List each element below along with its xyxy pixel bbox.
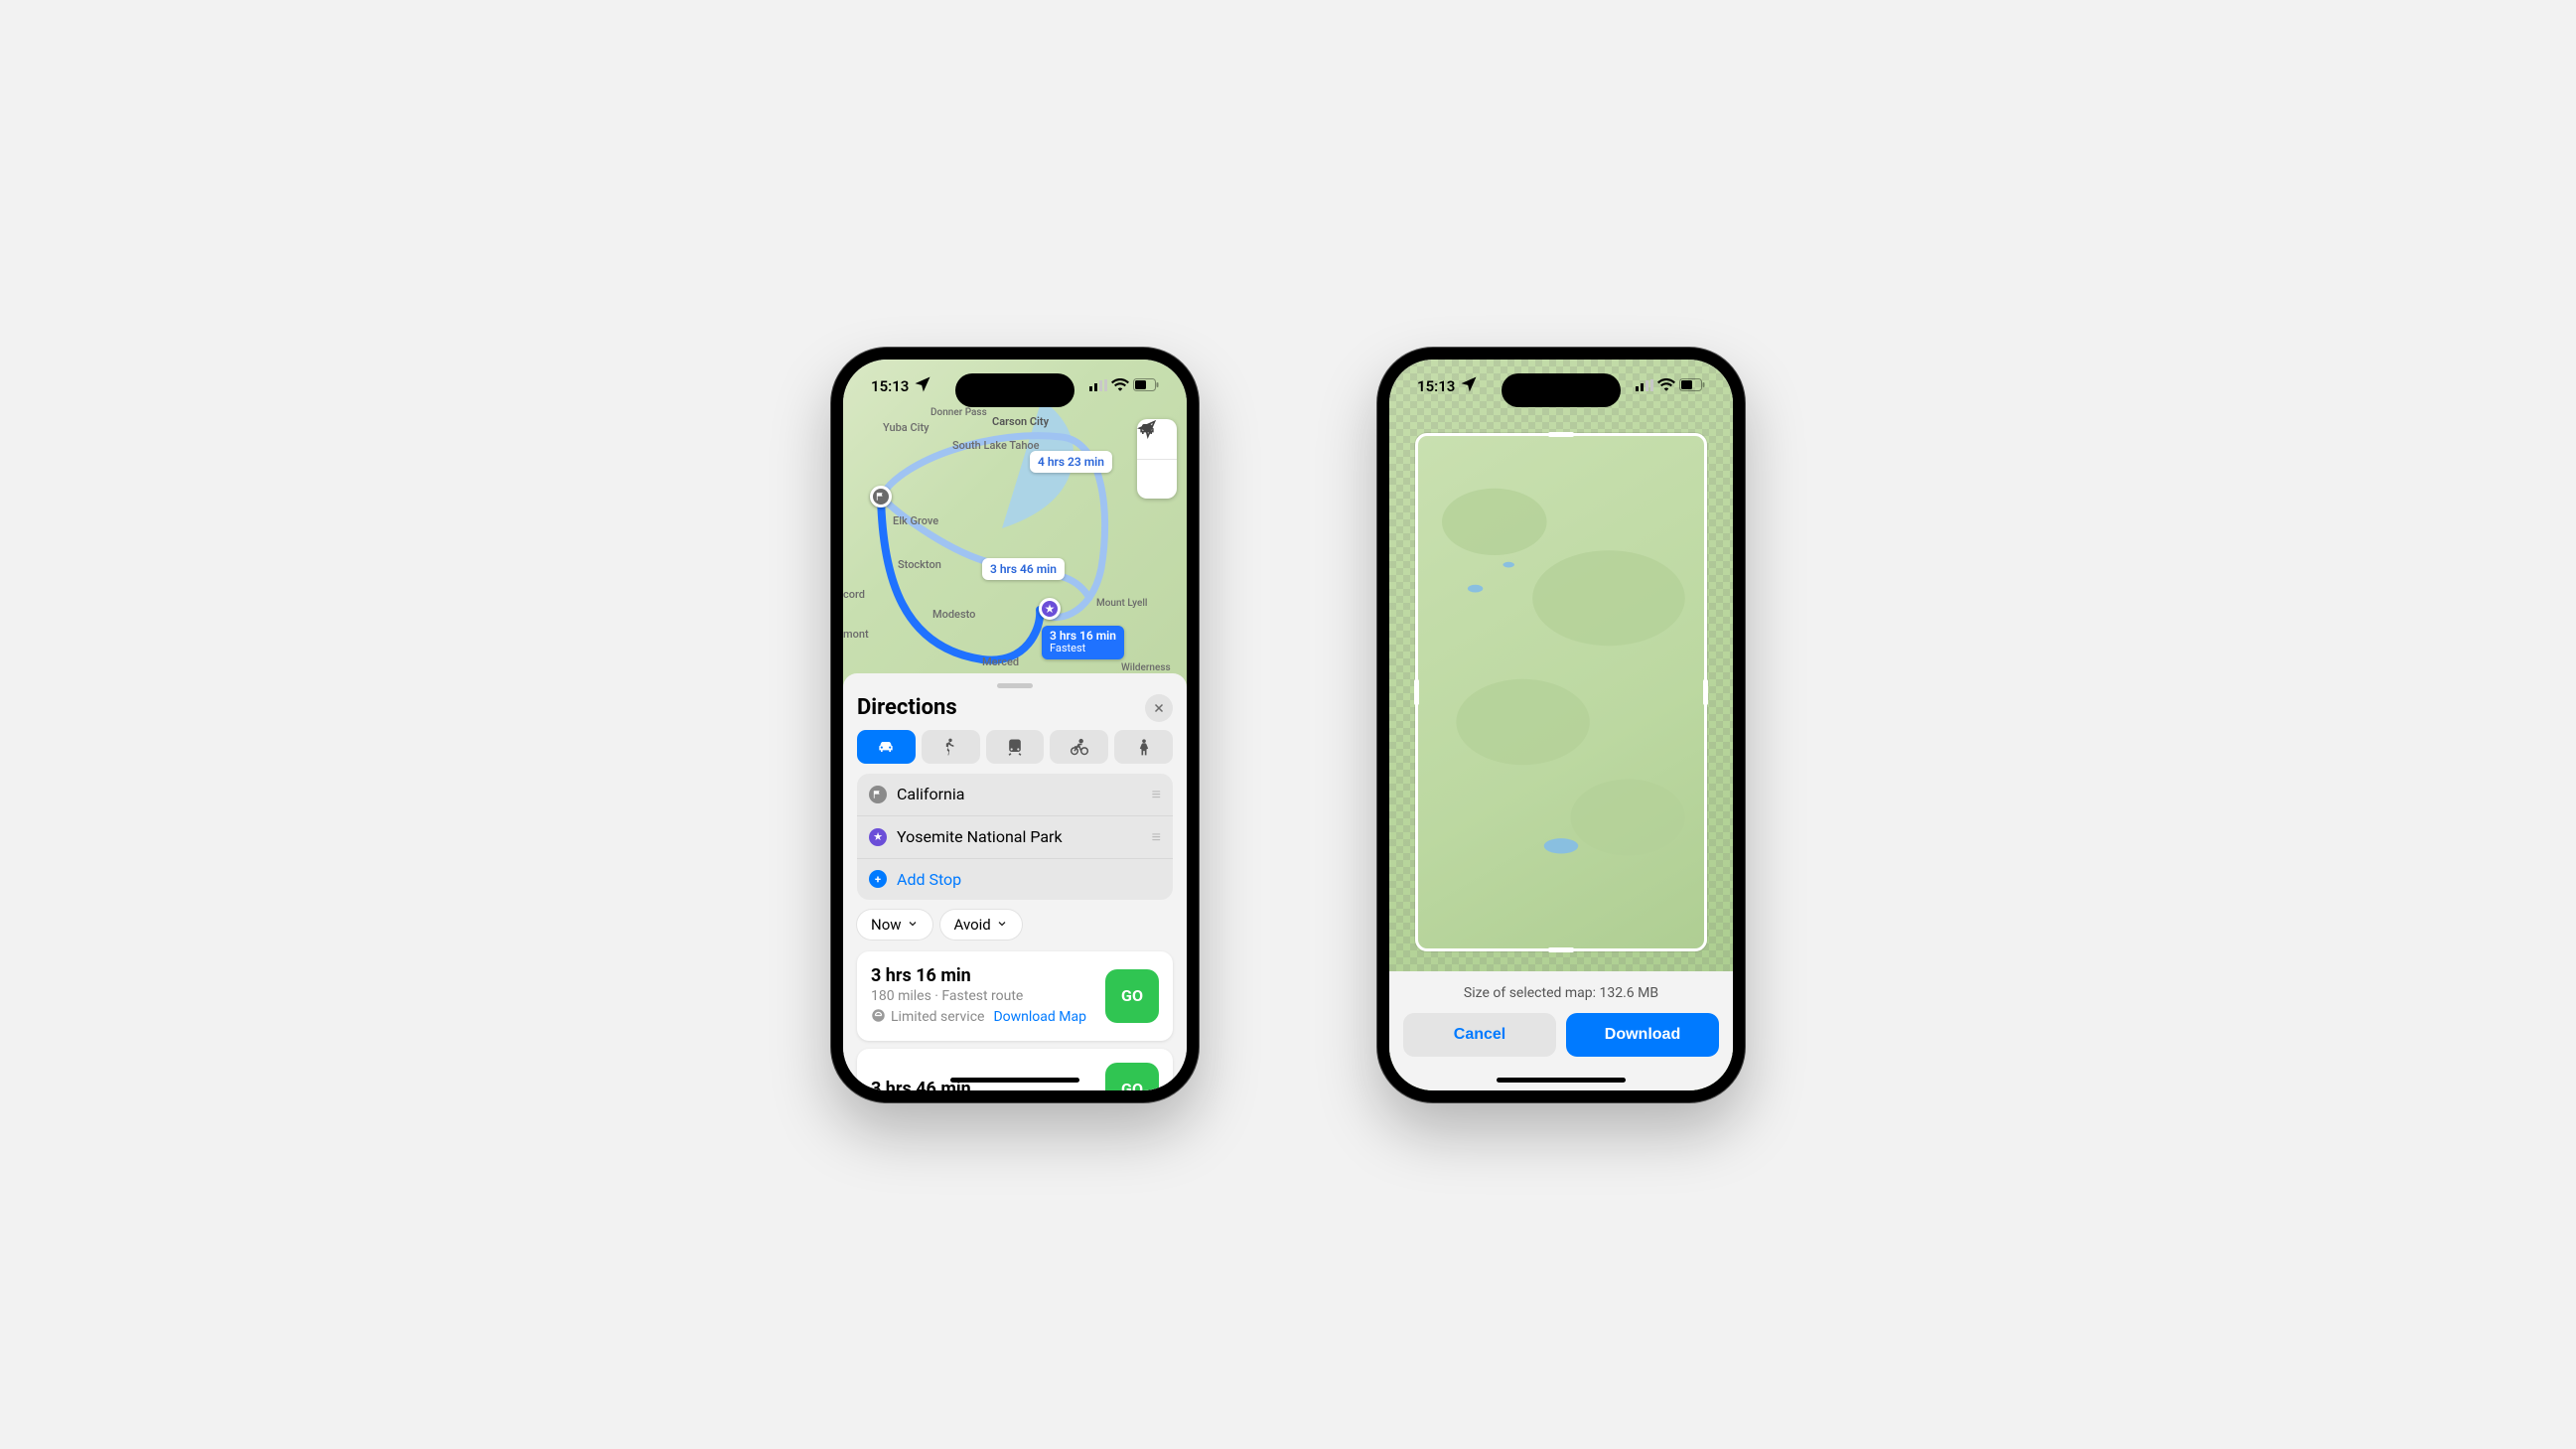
star-icon: ★ [869,828,887,846]
route-callout-primary[interactable]: 3 hrs 16 min Fastest [1042,626,1124,659]
location-arrow-icon [913,374,932,398]
chevron-down-icon [907,916,919,934]
transport-modes [857,730,1173,764]
go-button[interactable]: GO [1105,969,1159,1023]
route-callout-time: 3 hrs 16 min [1050,629,1116,643]
directions-sheet[interactable]: Directions [843,673,1187,1090]
phone-frame-left: 15:13 [831,348,1199,1102]
map-label: Stockton [898,558,941,571]
pill-label: Now [871,916,902,934]
map-label: Yuba City [883,421,930,434]
add-stop-button[interactable]: + Add Stop [857,858,1173,900]
map-label: Mount Lyell [1096,598,1147,609]
stop-label: Yosemite National Park [897,827,1142,846]
map-label: Carson City [992,415,1049,428]
map-controls [1137,419,1177,499]
mode-transit[interactable] [986,730,1045,764]
dynamic-island [955,373,1074,407]
mode-drive[interactable] [857,730,916,764]
go-button[interactable]: GO [1105,1063,1159,1090]
sheet-title: Directions [857,695,957,720]
reorder-handle-icon[interactable]: ≡ [1152,827,1161,847]
add-stop-label: Add Stop [897,870,1161,889]
map-label: South Lake Tahoe [952,439,1040,452]
screen-left: 15:13 [843,360,1187,1090]
depart-time-pill[interactable]: Now [857,910,932,940]
download-size-label: Size of selected map: 132.6 MB [1403,985,1719,1001]
route-callout-sub: Fastest [1050,643,1116,655]
close-button[interactable] [1145,694,1173,722]
screen-right: 15:13 [1389,360,1733,1090]
download-selection-frame[interactable] [1415,433,1707,951]
download-button[interactable]: Download [1566,1013,1719,1057]
map-label: Elk Grove [893,514,938,527]
wifi-icon [1657,377,1675,395]
route-option-2[interactable]: 3 hrs 46 min GO [857,1049,1173,1090]
route-warning: Limited service [891,1009,984,1025]
download-map-link[interactable]: Download Map [993,1009,1086,1025]
dynamic-island [1502,373,1621,407]
terrain-svg [1418,436,1704,932]
location-arrow-icon [1459,374,1479,398]
map-label: mont [843,628,869,641]
cellular-icon [1636,377,1653,395]
status-time: 15:13 [1417,377,1455,395]
cellular-icon [1089,377,1107,395]
route-stops: California ≡ ★ Yosemite National Park ≡ … [857,774,1173,900]
route-callout-alt1[interactable]: 4 hrs 23 min [1030,451,1112,473]
stop-origin[interactable]: California ≡ [857,774,1173,815]
mode-rideshare[interactable] [1114,730,1173,764]
download-map-canvas[interactable]: Size of selected map: 132.6 MB Cancel Do… [1389,360,1733,1090]
mode-walk[interactable] [922,730,980,764]
warning-icon [871,1008,886,1027]
phone-frame-right: 15:13 [1377,348,1745,1102]
home-indicator[interactable] [1497,1078,1626,1083]
stop-destination[interactable]: ★ Yosemite National Park ≡ [857,815,1173,858]
wifi-icon [1111,377,1129,395]
resize-handle-icon[interactable] [1548,947,1574,952]
locate-me-button[interactable] [1137,459,1177,499]
reorder-handle-icon[interactable]: ≡ [1152,785,1161,804]
route-subtitle: 180 miles · Fastest route [871,988,1095,1004]
download-bottom-bar: Size of selected map: 132.6 MB Cancel Do… [1389,971,1733,1090]
plus-icon: + [869,870,887,888]
pill-label: Avoid [954,916,991,934]
battery-icon [1679,377,1705,395]
chevron-down-icon [996,916,1008,934]
sheet-grabber[interactable] [997,683,1033,688]
flag-icon [869,786,887,803]
status-time: 15:13 [871,377,909,395]
route-time: 3 hrs 16 min [871,965,1095,986]
battery-icon [1133,377,1159,395]
mode-cycle[interactable] [1050,730,1108,764]
map-label: cord [843,588,865,601]
cancel-button[interactable]: Cancel [1403,1013,1556,1057]
map-label: Wilderness [1121,662,1171,673]
destination-pin-icon[interactable]: ★ [1039,598,1061,620]
map-label: Merced [982,655,1019,668]
origin-pin-icon[interactable] [870,486,892,507]
map-label: Modesto [932,608,975,621]
stop-label: California [897,785,1142,803]
home-indicator[interactable] [950,1078,1079,1083]
route-option-1[interactable]: 3 hrs 16 min 180 miles · Fastest route L… [857,951,1173,1041]
route-callout-alt2[interactable]: 3 hrs 46 min [982,558,1065,580]
avoid-pill[interactable]: Avoid [940,910,1022,940]
